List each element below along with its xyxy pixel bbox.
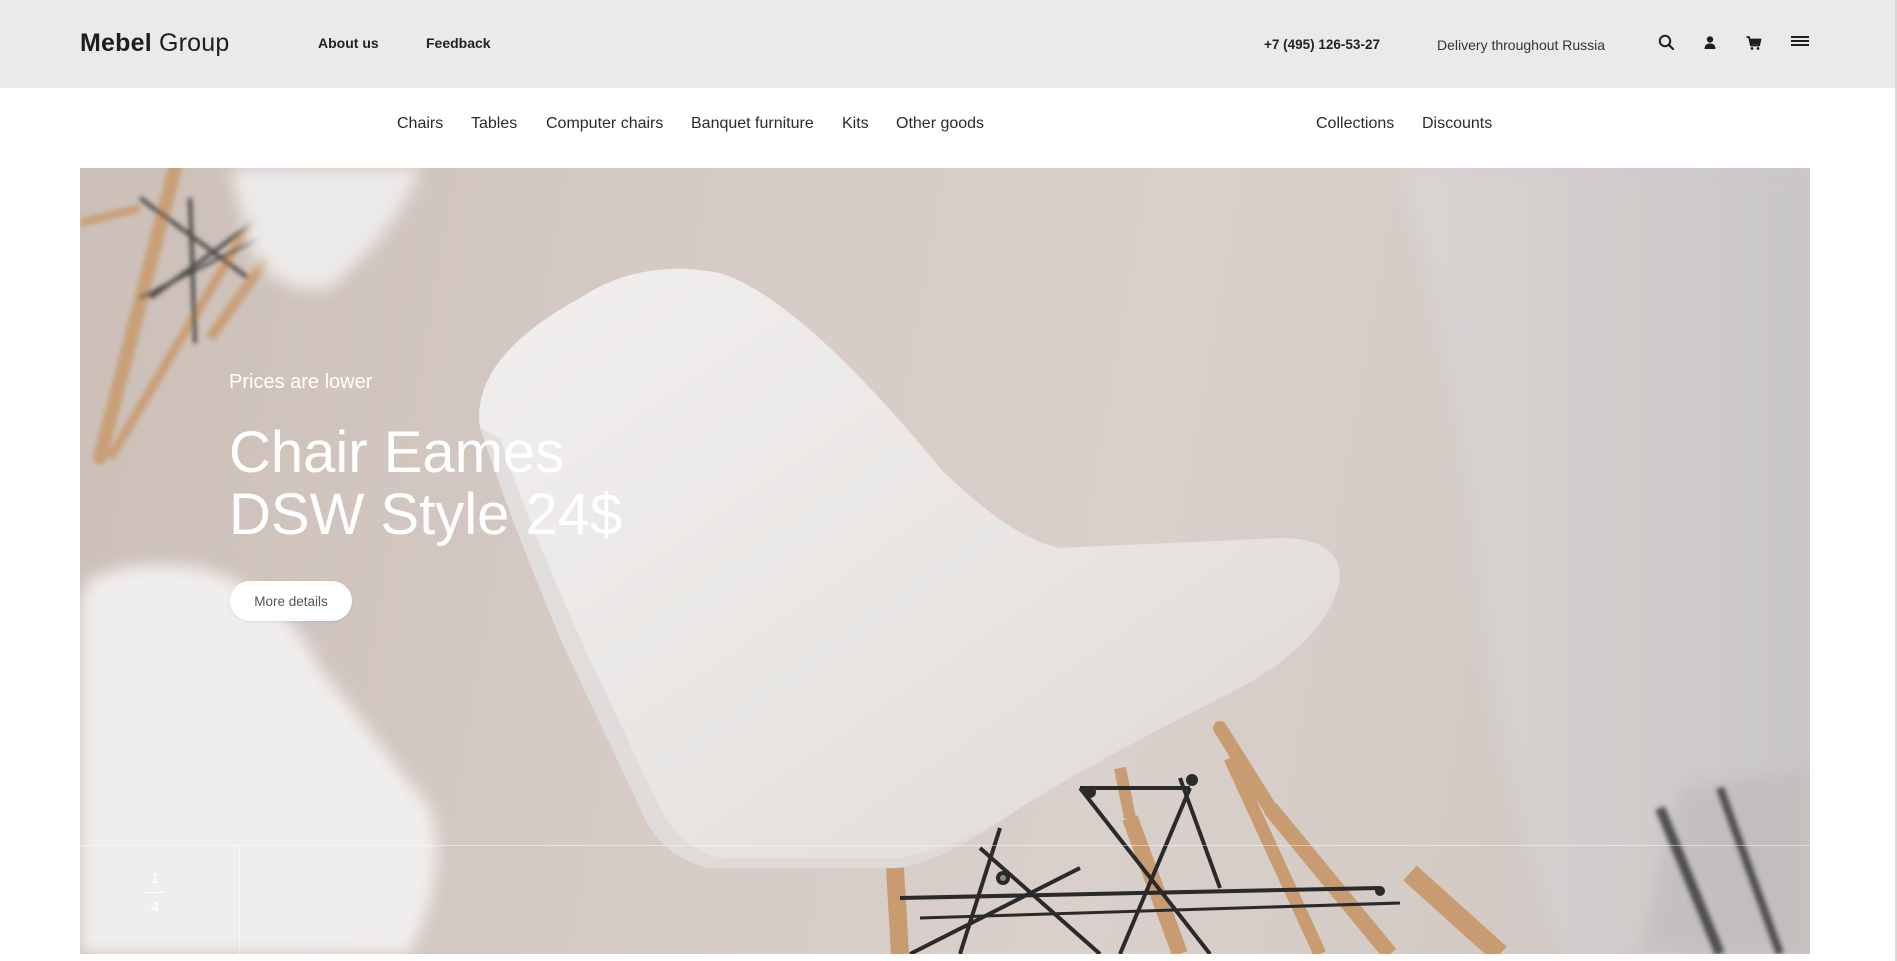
pager-total: 4 <box>150 899 160 916</box>
pager-divider <box>239 845 240 954</box>
category-nav: Chairs Tables Computer chairs Banquet fu… <box>0 88 1897 168</box>
logo-bold: Mebel <box>80 29 152 57</box>
user-icon[interactable] <box>1700 33 1720 53</box>
cart-icon[interactable] <box>1744 33 1764 53</box>
nav-computer-chairs[interactable]: Computer chairs <box>546 115 663 133</box>
nav-chairs[interactable]: Chairs <box>397 115 443 133</box>
hero-title-line-1: Chair Eames <box>229 420 565 485</box>
top-header: Mebel Group About us Feedback +7 (495) 1… <box>0 0 1897 88</box>
hero-title: Chair Eames DSW Style 24$ <box>229 422 622 546</box>
search-icon[interactable] <box>1657 33 1677 53</box>
slide-pager[interactable]: 1 4 <box>135 870 175 916</box>
nav-kits[interactable]: Kits <box>842 115 869 133</box>
hero-slider: Prices are lower Chair Eames DSW Style 2… <box>80 168 1810 954</box>
nav-tables[interactable]: Tables <box>471 115 517 133</box>
hero-background-image <box>80 168 1810 954</box>
about-us-link[interactable]: About us <box>318 35 379 51</box>
nav-discounts[interactable]: Discounts <box>1422 115 1492 133</box>
logo-light: Group <box>159 29 230 57</box>
pager-current: 1 <box>150 870 160 887</box>
more-details-button[interactable]: More details <box>230 581 352 621</box>
pager-separator <box>145 892 165 893</box>
hero-subtitle: Prices are lower <box>229 371 373 393</box>
nav-banquet-furniture[interactable]: Banquet furniture <box>691 115 814 133</box>
nav-collections[interactable]: Collections <box>1316 115 1394 133</box>
delivery-info: Delivery throughout Russia <box>1437 37 1606 53</box>
phone-number[interactable]: +7 (495) 126-53-27 <box>1264 37 1380 52</box>
nav-other-goods[interactable]: Other goods <box>896 115 984 133</box>
menu-icon[interactable] <box>1790 33 1810 53</box>
hero-title-line-2: DSW Style 24$ <box>229 482 623 547</box>
hero-divider <box>80 845 1810 846</box>
feedback-link[interactable]: Feedback <box>426 35 491 51</box>
logo[interactable]: Mebel Group <box>80 29 230 58</box>
